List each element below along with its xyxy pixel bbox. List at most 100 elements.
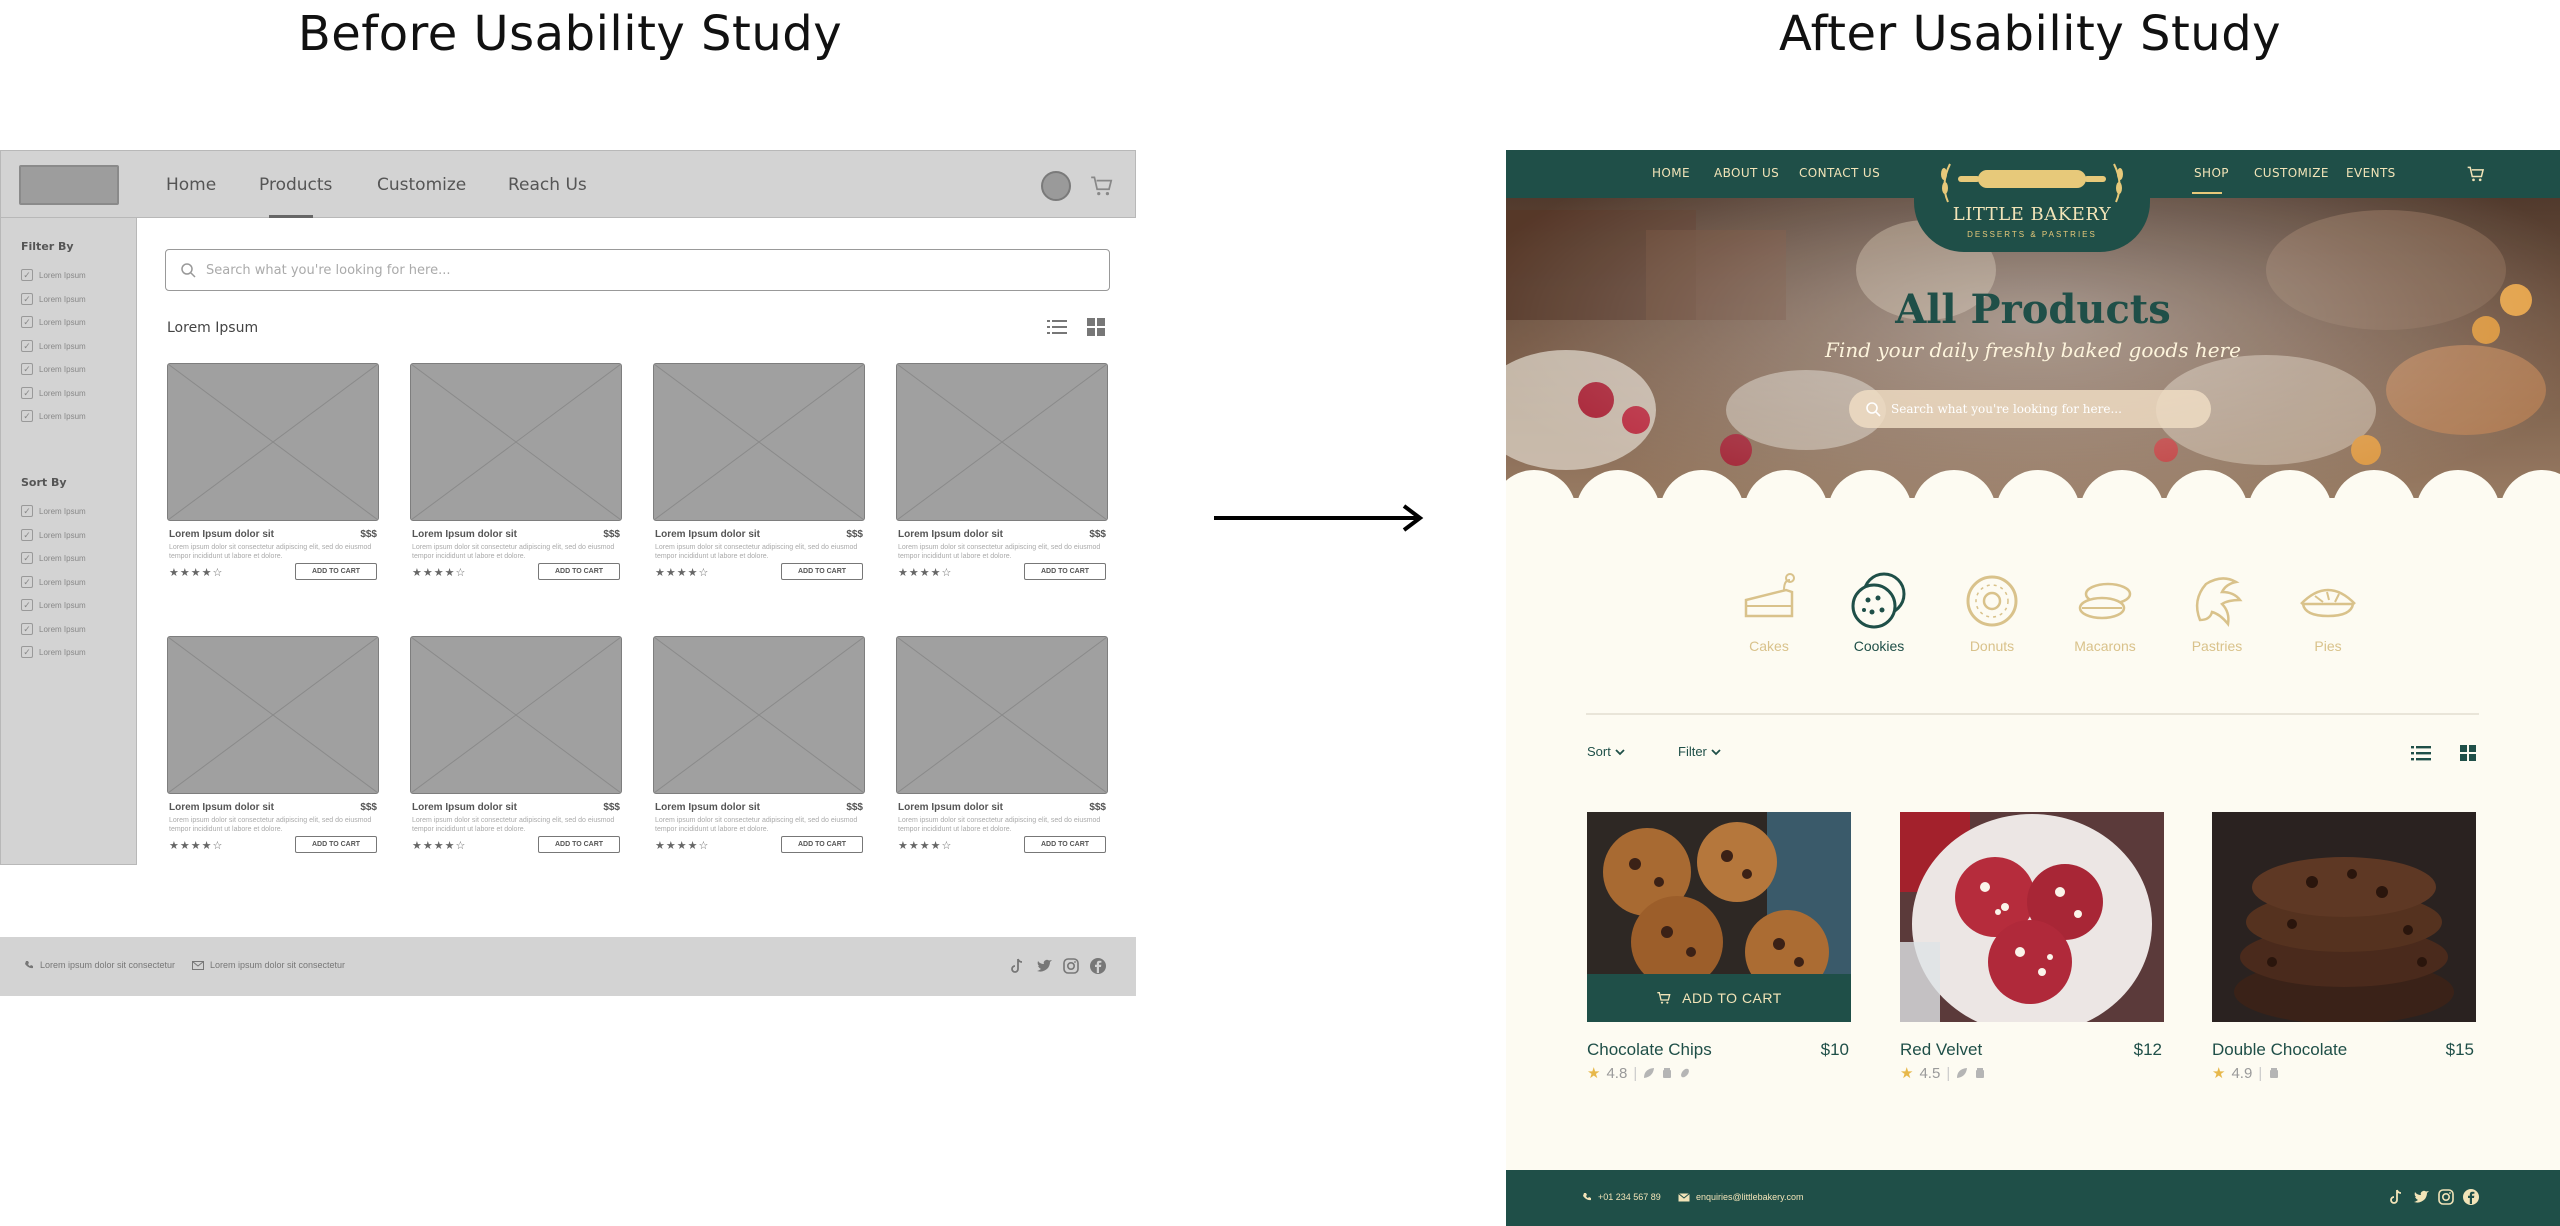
product-card[interactable]: Lorem Ipsum dolor sit $$$ Lorem ipsum do… xyxy=(653,363,865,593)
add-to-cart-button[interactable]: ADD TO CART xyxy=(1587,974,1851,1022)
filter-option[interactable]: ✓ Lorem Ipsum xyxy=(21,292,86,306)
search-input[interactable]: Search what you're looking for here... xyxy=(165,249,1110,291)
category-donuts[interactable]: Donuts xyxy=(1947,570,2037,654)
add-to-cart-button[interactable]: ADD TO CART xyxy=(538,836,620,853)
product-card[interactable]: ADD TO CART Chocolate Chips $10 ★ 4.8 | xyxy=(1587,812,1851,1082)
filter-option[interactable]: ✓ Lorem Ipsum xyxy=(21,339,86,353)
filter-option[interactable]: ✓ Lorem Ipsum xyxy=(21,386,86,400)
category-pastries[interactable]: Pastries xyxy=(2172,570,2262,654)
product-description: Lorem ipsum dolor sit consectetur adipis… xyxy=(655,544,858,560)
star-icon: ★ xyxy=(1587,1065,1601,1082)
nav-shop[interactable]: SHOP xyxy=(2194,166,2229,180)
arrow-right-icon xyxy=(1214,504,1424,532)
product-card[interactable]: Double Chocolate $15 ★ 4.9 | xyxy=(2212,812,2476,1082)
donut-icon xyxy=(1966,575,2018,627)
add-to-cart-button[interactable]: ADD TO CART xyxy=(295,563,377,580)
add-to-cart-button[interactable]: ADD TO CART xyxy=(781,563,863,580)
category-pies[interactable]: Pies xyxy=(2283,570,2373,654)
search-input[interactable]: Search what you're looking for here... xyxy=(1849,390,2211,428)
sort-option[interactable]: ✓ Lorem Ipsum xyxy=(21,504,86,518)
nav-events[interactable]: EVENTS xyxy=(2346,166,2396,180)
brand-logo[interactable]: LITTLE BAKERY DESSERTS & PASTRIES xyxy=(1914,150,2150,252)
jar-icon xyxy=(1663,1068,1672,1078)
list-view-icon[interactable] xyxy=(1046,316,1068,338)
twitter-icon[interactable] xyxy=(2412,1188,2430,1206)
add-to-cart-button[interactable]: ADD TO CART xyxy=(295,836,377,853)
product-price: $$$ xyxy=(846,802,863,813)
checkbox-icon: ✓ xyxy=(21,623,33,635)
product-card[interactable]: Lorem Ipsum dolor sit $$$ Lorem ipsum do… xyxy=(896,363,1108,593)
sort-option[interactable]: ✓ Lorem Ipsum xyxy=(21,645,86,659)
filter-option[interactable]: ✓ Lorem Ipsum xyxy=(21,409,86,423)
category-label: Donuts xyxy=(1969,638,2015,654)
instagram-icon[interactable] xyxy=(2437,1188,2455,1206)
checkbox-icon: ✓ xyxy=(21,316,33,328)
filter-option[interactable]: ✓ Lorem Ipsum xyxy=(21,362,86,376)
nav-products[interactable]: Products xyxy=(259,175,332,195)
sort-option[interactable]: ✓ Lorem Ipsum xyxy=(21,551,86,565)
filter-sidebar: Filter By ✓ Lorem Ipsum ✓ Lorem Ipsum ✓ Lor… xyxy=(0,218,137,865)
croissant-icon xyxy=(2195,577,2243,627)
facebook-icon[interactable] xyxy=(1089,957,1107,975)
search-icon xyxy=(1866,402,1881,417)
sort-option[interactable]: ✓ Lorem Ipsum xyxy=(21,528,86,542)
cart-icon[interactable] xyxy=(2466,164,2486,184)
product-card[interactable]: Red Velvet $12 ★ 4.5 | xyxy=(1900,812,2164,1082)
product-name: Lorem Ipsum dolor sit xyxy=(169,529,275,540)
active-nav-indicator xyxy=(269,215,313,218)
facebook-icon[interactable] xyxy=(2462,1188,2480,1206)
add-to-cart-button[interactable]: ADD TO CART xyxy=(1024,836,1106,853)
logo-placeholder[interactable] xyxy=(19,165,119,205)
avatar[interactable] xyxy=(1041,171,1071,201)
star-icon: ★ xyxy=(2212,1065,2226,1082)
product-card[interactable]: Lorem Ipsum dolor sit $$$ Lorem ipsum do… xyxy=(167,363,379,593)
sort-option[interactable]: ✓ Lorem Ipsum xyxy=(21,598,86,612)
sort-option[interactable]: ✓ Lorem Ipsum xyxy=(21,575,86,589)
image-placeholder xyxy=(167,363,379,521)
checkbox-icon: ✓ xyxy=(21,293,33,305)
twitter-icon[interactable] xyxy=(1035,957,1053,975)
grid-view-icon[interactable] xyxy=(1085,316,1107,338)
product-card[interactable]: Lorem Ipsum dolor sit $$$ Lorem ipsum do… xyxy=(410,363,622,593)
nav-customize[interactable]: CUSTOMIZE xyxy=(2254,166,2329,180)
brand-name: LITTLE BAKERY xyxy=(1952,204,2112,225)
instagram-icon[interactable] xyxy=(1062,957,1080,975)
footer-email[interactable]: enquiries@littlebakery.com xyxy=(1678,1192,1804,1202)
tiktok-icon[interactable] xyxy=(1008,957,1026,975)
add-to-cart-button[interactable]: ADD TO CART xyxy=(1024,563,1106,580)
nav-home[interactable]: Home xyxy=(166,175,216,195)
product-name: Lorem Ipsum dolor sit xyxy=(898,529,1004,540)
product-name: Lorem Ipsum dolor sit xyxy=(412,802,518,813)
sort-label: Sort xyxy=(1587,744,1611,759)
product-card[interactable]: Lorem Ipsum dolor sit $$$ Lorem ipsum do… xyxy=(896,636,1108,866)
nav-about-us[interactable]: ABOUT US xyxy=(1714,166,1779,180)
filter-dropdown[interactable]: Filter xyxy=(1678,744,1721,759)
nav-contact-us[interactable]: CONTACT US xyxy=(1799,166,1880,180)
category-cookies[interactable]: Cookies xyxy=(1834,570,1924,654)
product-card[interactable]: Lorem Ipsum dolor sit $$$ Lorem ipsum do… xyxy=(653,636,865,866)
add-to-cart-button[interactable]: ADD TO CART xyxy=(781,836,863,853)
list-view-icon[interactable] xyxy=(2410,742,2432,764)
leaf-icon xyxy=(1957,1068,1968,1078)
cart-icon[interactable] xyxy=(1089,173,1115,199)
nav-customize[interactable]: Customize xyxy=(377,175,466,195)
comparison-page: Before Usability Study After Usability S… xyxy=(0,0,2560,1226)
category-macarons[interactable]: Macarons xyxy=(2060,570,2150,654)
sort-option[interactable]: ✓ Lorem Ipsum xyxy=(21,622,86,636)
product-price: $$$ xyxy=(360,529,377,540)
grid-view-icon[interactable] xyxy=(2457,742,2479,764)
sort-dropdown[interactable]: Sort xyxy=(1587,744,1625,759)
product-description: Lorem ipsum dolor sit consectetur adipis… xyxy=(898,817,1101,833)
add-to-cart-button[interactable]: ADD TO CART xyxy=(538,563,620,580)
checkbox-icon: ✓ xyxy=(21,552,33,564)
nav-home[interactable]: HOME xyxy=(1652,166,1690,180)
rating-stars: ★★★★☆ xyxy=(898,567,953,579)
image-placeholder xyxy=(410,636,622,794)
filter-option[interactable]: ✓ Lorem Ipsum xyxy=(21,315,86,329)
category-cakes[interactable]: Cakes xyxy=(1724,570,1814,654)
filter-option[interactable]: ✓ Lorem Ipsum xyxy=(21,268,86,282)
nav-reach-us[interactable]: Reach Us xyxy=(508,175,587,195)
product-card[interactable]: Lorem Ipsum dolor sit $$$ Lorem ipsum do… xyxy=(167,636,379,866)
product-card[interactable]: Lorem Ipsum dolor sit $$$ Lorem ipsum do… xyxy=(410,636,622,866)
tiktok-icon[interactable] xyxy=(2387,1188,2405,1206)
